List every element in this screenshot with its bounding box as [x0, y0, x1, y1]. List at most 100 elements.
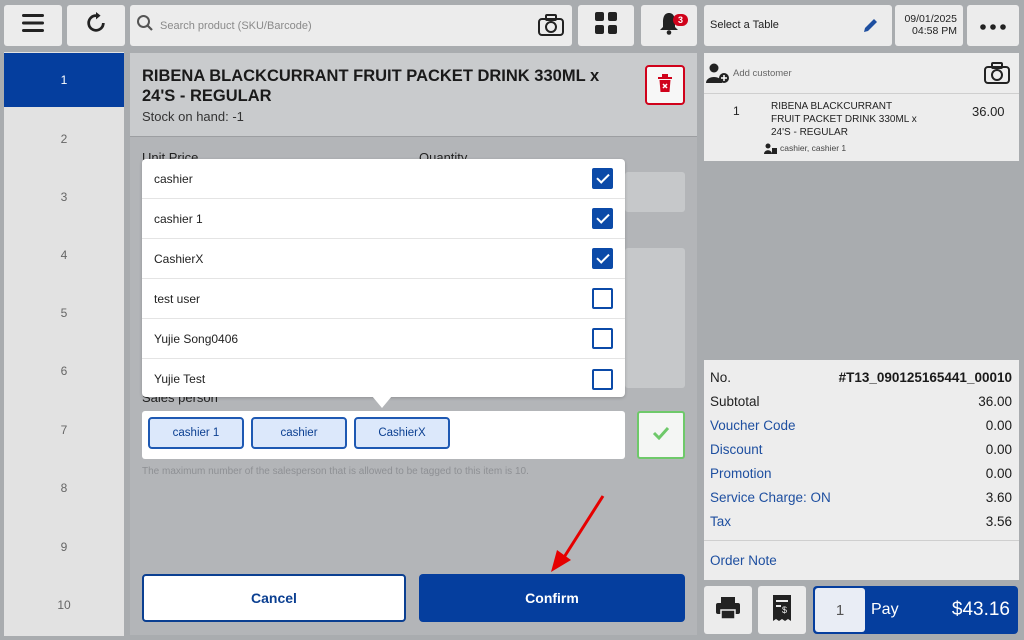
voucher-value: 0.00 — [985, 418, 1012, 433]
order-note-link[interactable]: Order Note — [710, 553, 777, 568]
camera-icon[interactable] — [538, 14, 564, 41]
salesperson-tag-box[interactable]: cashier 1 cashier CashierX — [142, 411, 625, 459]
promotion-row[interactable]: Promotion 0.00 — [710, 466, 1012, 481]
order-number-label: No. — [710, 370, 732, 385]
pay-button[interactable]: 1 Pay $43.16 — [813, 586, 1018, 634]
checkbox-checked[interactable] — [592, 208, 613, 229]
svg-text:$: $ — [782, 605, 787, 615]
subtotal-value: 36.00 — [978, 394, 1012, 409]
sidebar-order-2[interactable]: 2 — [4, 112, 124, 166]
pay-total: $43.16 — [951, 599, 1010, 620]
search-input[interactable]: Search product (SKU/Barcode) — [160, 20, 312, 32]
salesperson-max-note: The maximum number of the salesperson th… — [142, 466, 529, 477]
option-label: CashierX — [154, 251, 204, 266]
sidebar-order-6[interactable]: 6 — [4, 344, 124, 398]
checkbox-checked[interactable] — [592, 248, 613, 269]
product-title: RIBENA BLACKCURRANT FRUIT PACKET DRINK 3… — [142, 67, 600, 105]
service-charge-row[interactable]: Service Charge: ON 3.60 — [710, 490, 1012, 505]
salesperson-tag[interactable]: cashier 1 — [148, 417, 244, 449]
stock-on-hand: Stock on hand: -1 — [142, 109, 244, 124]
checkbox-checked[interactable] — [592, 168, 613, 189]
line-price: 36.00 — [972, 104, 1005, 119]
sidebar-order-8[interactable]: 8 — [4, 461, 124, 515]
tax-link[interactable]: Tax — [710, 514, 731, 529]
quantity-field[interactable] — [625, 172, 685, 212]
tax-row[interactable]: Tax 3.56 — [710, 514, 1012, 529]
voucher-row[interactable]: Voucher Code 0.00 — [710, 418, 1012, 433]
select-table-label: Select a Table — [710, 19, 779, 31]
refresh-button[interactable] — [67, 5, 125, 46]
edit-icon[interactable] — [862, 16, 880, 39]
dropdown-caret — [372, 396, 392, 408]
service-charge-value: 3.60 — [985, 490, 1012, 505]
hamburger-icon — [22, 14, 44, 37]
salesperson-option-cashier[interactable]: cashier — [142, 159, 625, 199]
delete-item-button[interactable] — [645, 65, 685, 105]
salesperson-tag[interactable]: CashierX — [354, 417, 450, 449]
salesperson-option-cashierx[interactable]: CashierX — [142, 239, 625, 279]
apply-salesperson-button[interactable] — [637, 411, 685, 459]
promotion-link[interactable]: Promotion — [710, 466, 772, 481]
salesperson-option-yujie-test[interactable]: Yujie Test — [142, 359, 625, 399]
refresh-icon — [85, 12, 107, 39]
sidebar-order-5[interactable]: 5 — [4, 286, 124, 340]
option-label: cashier 1 — [154, 211, 203, 226]
option-label: Yujie Song0406 — [154, 331, 239, 346]
grid-icon — [594, 11, 618, 40]
salesperson-option-yujie-song[interactable]: Yujie Song0406 — [142, 319, 625, 359]
sidebar-order-4[interactable]: 4 — [4, 228, 124, 282]
voucher-code-link[interactable]: Voucher Code — [710, 418, 796, 433]
order-number-value: #T13_090125165441_00010 — [838, 370, 1012, 385]
add-customer-icon[interactable] — [706, 63, 730, 90]
line-salespersons: cashier, cashier 1 — [780, 143, 847, 153]
receipt-icon: $ — [772, 594, 792, 626]
service-charge-link[interactable]: Service Charge: ON — [710, 490, 831, 505]
remark-field[interactable] — [625, 248, 685, 388]
line-qty: 1 — [733, 104, 740, 118]
more-icon — [980, 17, 1006, 35]
trash-icon — [657, 73, 673, 97]
time-text: 04:58 PM — [912, 25, 957, 37]
sidebar-order-1[interactable]: 1 — [4, 53, 124, 107]
subtotal-row: Subtotal 36.00 — [710, 394, 1012, 409]
option-label: cashier — [154, 171, 193, 186]
receipt-button[interactable]: $ — [758, 586, 806, 634]
line-name: RIBENA BLACKCURRANT FRUIT PACKET DRINK 3… — [771, 101, 917, 138]
salesperson-option-test-user[interactable]: test user — [142, 279, 625, 319]
sidebar-order-9[interactable]: 9 — [4, 520, 124, 574]
confirm-button[interactable]: Confirm — [419, 574, 685, 622]
pay-qty: 1 — [815, 588, 865, 632]
sidebar-order-7[interactable]: 7 — [4, 403, 124, 457]
menu-button[interactable] — [4, 5, 62, 46]
sidebar-order-10[interactable]: 10 — [4, 578, 124, 632]
cancel-button[interactable]: Cancel — [142, 574, 406, 622]
checkbox-unchecked[interactable] — [592, 328, 613, 349]
more-options-button[interactable] — [967, 5, 1019, 46]
customer-camera-icon[interactable] — [984, 62, 1010, 89]
checkbox-unchecked[interactable] — [592, 368, 613, 390]
salesperson-tag[interactable]: cashier — [251, 417, 347, 449]
subtotal-label: Subtotal — [710, 394, 760, 409]
option-label: Yujie Test — [154, 372, 206, 386]
discount-link[interactable]: Discount — [710, 442, 763, 457]
select-table-button[interactable]: Select a Table — [704, 5, 892, 46]
date-text: 09/01/2025 — [904, 13, 957, 25]
divider — [704, 540, 1019, 541]
datetime-display: 09/01/2025 04:58 PM — [895, 5, 963, 46]
search-bar[interactable]: Search product (SKU/Barcode) — [130, 5, 572, 46]
grid-view-button[interactable] — [578, 5, 634, 46]
sidebar-order-3[interactable]: 3 — [4, 170, 124, 224]
add-customer-label[interactable]: Add customer — [733, 68, 792, 79]
discount-value: 0.00 — [985, 442, 1012, 457]
annotation-arrow — [551, 495, 605, 572]
salesperson-option-cashier-1[interactable]: cashier 1 — [142, 199, 625, 239]
print-button[interactable] — [704, 586, 752, 634]
notifications-button[interactable]: 3 — [641, 5, 697, 46]
tax-value: 3.56 — [985, 514, 1012, 529]
order-number-row: No. #T13_090125165441_00010 — [710, 370, 1012, 385]
order-line-item[interactable]: 1 RIBENA BLACKCURRANT FRUIT PACKET DRINK… — [704, 94, 1019, 160]
discount-row[interactable]: Discount 0.00 — [710, 442, 1012, 457]
bell-icon: 3 — [658, 11, 688, 40]
checkbox-unchecked[interactable] — [592, 288, 613, 309]
pay-label: Pay — [871, 601, 899, 618]
